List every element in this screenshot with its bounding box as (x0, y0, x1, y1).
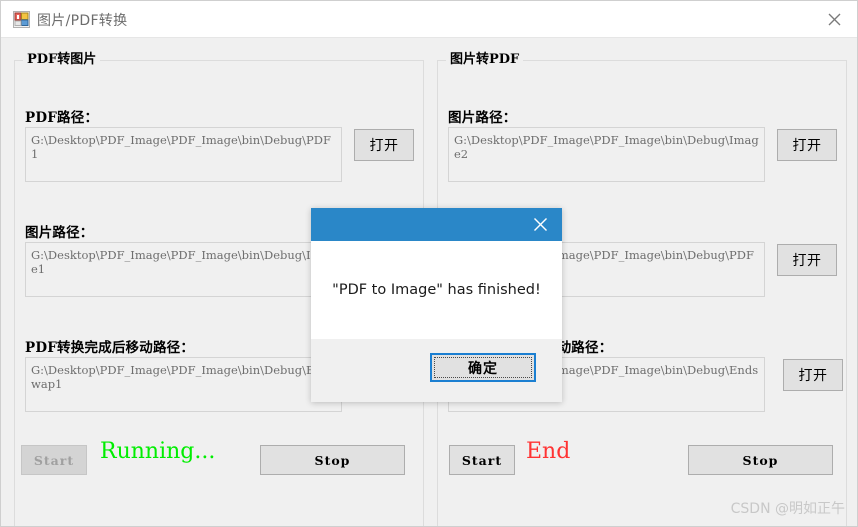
winforms-app-icon (13, 11, 30, 28)
open-button-image-path-right[interactable]: 打开 (777, 129, 837, 161)
dialog-ok-label: 确定 (468, 360, 498, 377)
input-pdf-path-left[interactable]: G:\Desktop\PDF_Image\PDF_Image\bin\Debug… (25, 127, 342, 182)
window-title: 图片/PDF转换 (37, 13, 128, 29)
window-close-button[interactable] (811, 1, 857, 37)
start-button-left[interactable]: Start (21, 445, 87, 475)
dialog-message: "PDF to Image" has finished! (332, 282, 541, 298)
group-image-to-pdf-title: 图片转PDF (446, 52, 524, 68)
message-dialog: "PDF to Image" has finished! 确定 (311, 208, 562, 402)
input-image-path-left[interactable]: G:\Desktop\PDF_Image\PDF_Image\bin\Debug… (25, 242, 342, 297)
watermark-text: CSDN @明如正午 (730, 501, 845, 517)
open-button-move-path-right[interactable]: 打开 (783, 359, 843, 391)
label-image-path-right: 图片路径： (448, 110, 517, 126)
input-move-path-left[interactable]: G:\Desktop\PDF_Image\PDF_Image\bin\Debug… (25, 357, 342, 412)
open-button-pdf-path-right[interactable]: 打开 (777, 244, 837, 276)
start-button-right[interactable]: Start (449, 445, 515, 475)
dialog-body: "PDF to Image" has finished! (311, 241, 562, 339)
stop-button-left[interactable]: Stop (260, 445, 405, 475)
open-button-pdf-path-left[interactable]: 打开 (354, 129, 414, 161)
label-pdf-path-left: PDF路径： (25, 110, 99, 126)
application-window: 图片/PDF转换 PDF转图片 PDF路径： G:\Desktop\PDF_Im… (0, 0, 858, 527)
window-titlebar: 图片/PDF转换 (1, 1, 857, 38)
label-move-path-left: PDF转换完成后移动路径： (25, 340, 195, 356)
dialog-close-button[interactable] (518, 208, 562, 241)
dialog-ok-button[interactable]: 确定 (430, 353, 536, 382)
group-pdf-to-image-title: PDF转图片 (23, 52, 101, 68)
status-text-right: End (526, 439, 571, 464)
dialog-footer: 确定 (311, 339, 562, 402)
label-image-path-left: 图片路径： (25, 225, 94, 241)
dialog-titlebar (311, 208, 562, 241)
input-image-path-right[interactable]: G:\Desktop\PDF_Image\PDF_Image\bin\Debug… (448, 127, 765, 182)
stop-button-right[interactable]: Stop (688, 445, 833, 475)
status-text-left: Running... (100, 439, 216, 464)
